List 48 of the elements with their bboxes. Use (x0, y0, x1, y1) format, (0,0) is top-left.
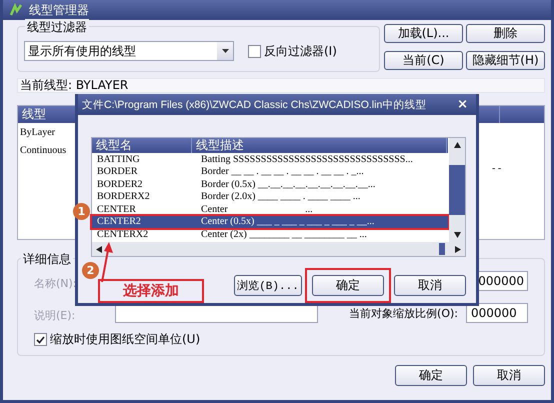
scroll-thumb[interactable] (439, 243, 445, 255)
scroll-thumb[interactable] (449, 165, 465, 215)
list-cell[interactable]: Continuous (20, 144, 66, 156)
filter-dropdown[interactable]: 显示所有使用的线型 (24, 41, 234, 61)
dialog-button[interactable]: 确定 (312, 275, 384, 296)
scroll-down-icon[interactable] (454, 232, 460, 238)
list-cell: - - (492, 162, 502, 174)
list-row[interactable]: BORDERX2 Border (2.0x) ____ ____ . ____ ____ ... (92, 190, 448, 203)
scale-field[interactable]: 000000 (466, 303, 528, 323)
column-header[interactable]: 线型描述 (192, 138, 447, 153)
dialog-button[interactable]: 取消 (473, 365, 545, 386)
current-linetype-label: 当前线型: BYLAYER (17, 78, 545, 93)
column-header[interactable]: 线型名 (92, 138, 192, 153)
list-row[interactable]: CENTER Center ... (92, 203, 448, 216)
dialog-button[interactable]: 删除 (466, 24, 545, 43)
checkbox-label: 缩放时使用图纸空间单位(U) (50, 331, 200, 348)
list-row[interactable]: BORDER Border __ __ . __ __ . __ __ . __ __ . _... (92, 166, 448, 178)
list-row[interactable]: BATTING Batting SSSSSSSSSSSSSSSSSSSSSSSSSSSSSSS... (92, 153, 448, 166)
app-icon (9, 3, 23, 17)
list-row[interactable]: BORDER2 Border (0.5x) __.__.__.__.__.__.__.__.__... (92, 178, 448, 190)
dialog-button[interactable]: 确定 (395, 365, 467, 386)
dialog-button[interactable]: 加载(L)... (384, 24, 463, 43)
caret-icon (222, 49, 228, 53)
annotation-label: 选择添加 (98, 279, 204, 303)
scroll-left-icon[interactable] (96, 246, 102, 252)
dialog-button[interactable]: 当前(C) (384, 51, 463, 70)
group-legend: 详细信息 (21, 251, 73, 268)
dialog-button[interactable]: 隐藏细节(H) (466, 51, 545, 70)
field-label: 说明(E): (34, 308, 76, 322)
field-label: 名称(N): (34, 276, 77, 290)
scroll-right-icon[interactable] (455, 246, 461, 252)
dialog-button[interactable]: 浏览(B)... (234, 275, 302, 296)
dialog-button[interactable]: 取消 (394, 275, 466, 296)
dialog-title: 文件C:\Program Files (x86)\ZWCAD Classic Chs\ZWCADISO.lin中的线型 (82, 98, 426, 112)
paper-space-checkbox[interactable] (34, 333, 47, 346)
arrow-icon (99, 242, 113, 282)
checkbox-label: 反向过滤器(I) (264, 42, 337, 60)
scroll-up-icon[interactable] (454, 142, 460, 148)
list-row[interactable]: CENTERX2 Center (2x) ________ __ ________ __ ... (92, 228, 448, 240)
invert-checkbox[interactable] (248, 44, 261, 58)
scrollbar[interactable] (92, 242, 465, 256)
list-cell[interactable]: ByLayer (20, 126, 55, 138)
checkmark-icon (36, 336, 45, 344)
list-row[interactable]: CENTER2 Center (0.5x) ___ _ ___ _ ___ _ ___ _ __... (92, 216, 448, 228)
window-title: 线型管理器 (29, 2, 89, 18)
close-button[interactable]: × (457, 97, 468, 112)
scrollbar[interactable] (449, 138, 465, 242)
scale-label: 当前对象缩放比例(O): (349, 306, 458, 320)
